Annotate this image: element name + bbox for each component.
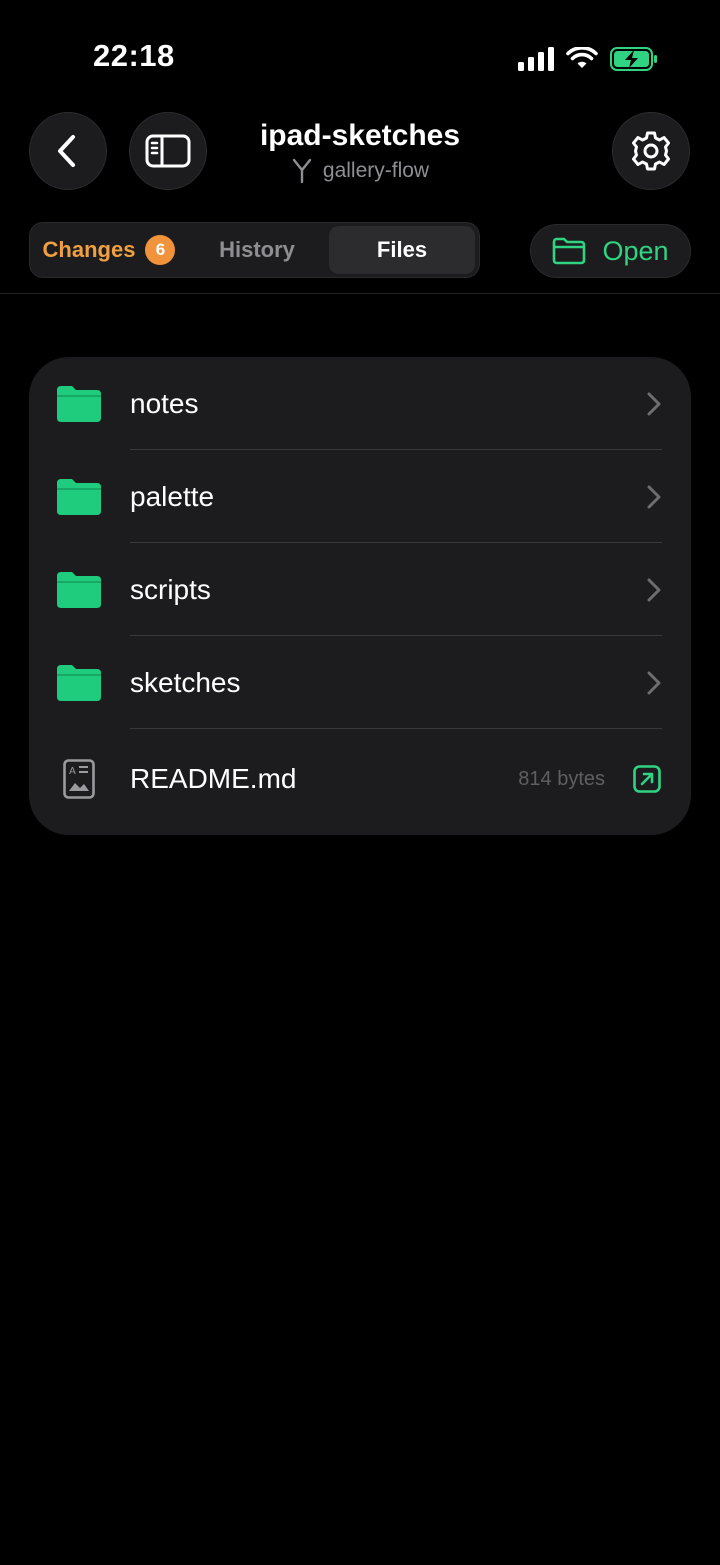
gear-icon (632, 131, 670, 171)
folder-outline-icon (553, 237, 586, 265)
folder-icon (57, 385, 101, 422)
folder-icon (57, 478, 101, 515)
list-item-palette[interactable]: palette (29, 450, 691, 543)
cellular-signal-icon (518, 47, 554, 71)
status-bar: 22:18 (0, 0, 720, 110)
folder-icon (57, 571, 101, 608)
chevron-right-icon (647, 392, 661, 415)
file-name: README.md (130, 763, 297, 794)
file-name: notes (130, 388, 199, 419)
tab-history[interactable]: History (184, 226, 330, 274)
folder-icon (57, 664, 101, 701)
file-name: scripts (130, 574, 211, 605)
sidebar-icon (145, 134, 191, 168)
branch-icon (292, 158, 312, 184)
status-icons (518, 44, 658, 74)
list-item-scripts[interactable]: scripts (29, 543, 691, 636)
tab-changes-label: Changes (42, 237, 136, 262)
repository-title: ipad-sketches (259, 119, 461, 152)
battery-charging-icon (610, 47, 657, 71)
title-block: ipad-sketches gallery-flow (210, 116, 510, 184)
branch-indicator[interactable]: gallery-flow (210, 158, 510, 184)
sidebar-toggle-button[interactable] (129, 112, 207, 190)
settings-button[interactable] (612, 112, 690, 190)
view-tabs: Changes 6 History Files (29, 222, 480, 278)
chevron-right-icon (647, 578, 661, 601)
list-item-readme[interactable]: A README.md 814 bytes (29, 729, 691, 829)
svg-text:A: A (69, 766, 76, 777)
file-name: palette (130, 481, 215, 512)
chevron-left-icon (58, 135, 75, 167)
list-item-sketches[interactable]: sketches (29, 636, 691, 729)
list-item-notes[interactable]: notes (29, 357, 691, 450)
wifi-icon (566, 47, 598, 68)
open-external-icon[interactable] (633, 765, 661, 793)
open-button[interactable]: Open (530, 224, 691, 278)
header-divider (0, 293, 720, 294)
status-time: 22:18 (93, 38, 175, 73)
branch-name: gallery-flow (322, 159, 430, 182)
open-button-label: Open (602, 235, 669, 266)
chevron-right-icon (647, 671, 661, 694)
file-list: notes palette scripts sketches A README.… (29, 357, 691, 835)
changes-count-badge: 6 (145, 235, 176, 265)
back-button[interactable] (29, 112, 107, 190)
tab-files[interactable]: Files (329, 226, 475, 274)
file-size: 814 bytes (518, 768, 605, 790)
tab-changes[interactable]: Changes 6 (34, 226, 184, 274)
file-name: sketches (130, 667, 241, 698)
chevron-right-icon (647, 485, 661, 508)
document-icon: A (63, 759, 95, 799)
